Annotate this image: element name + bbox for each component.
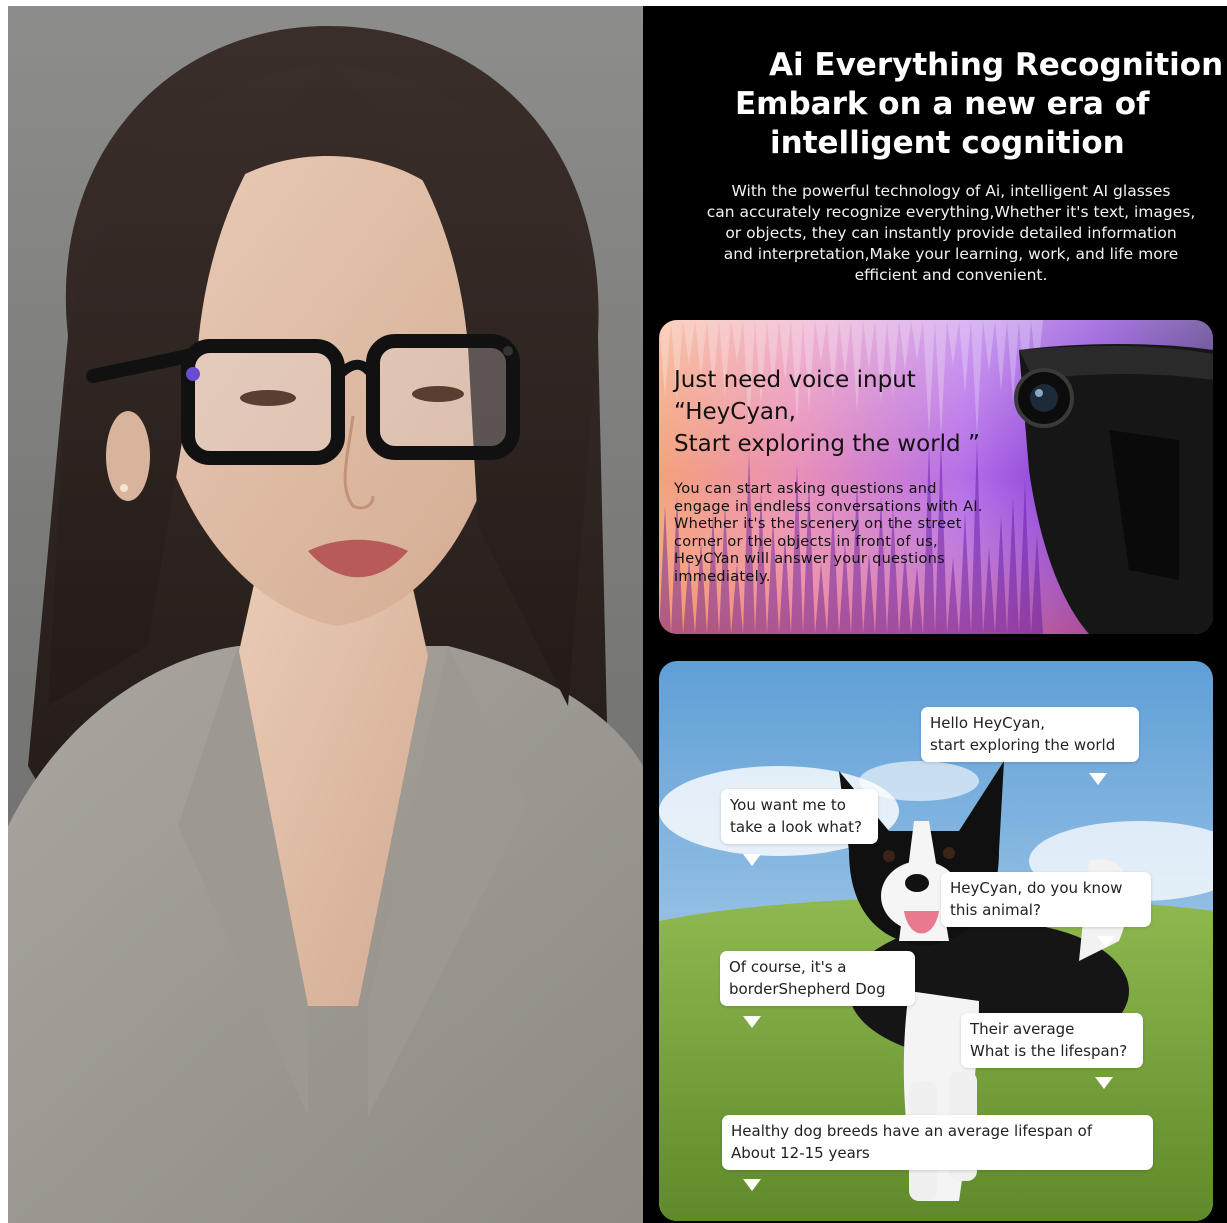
chat-bubble-line: Of course, it's a (729, 958, 847, 976)
voice-card-body: You can start asking questions and engag… (674, 481, 1024, 586)
bubble-tail (743, 1016, 761, 1028)
chat-bubble-line: Hello HeyCyan, (930, 714, 1045, 732)
bubble-tail (1095, 1077, 1113, 1089)
voice-body-line-3: Whether it's the scenery on the street (674, 516, 962, 532)
voice-title-line-2: “HeyCyan, (674, 399, 796, 425)
chat-bubble-line: About 12-15 years (731, 1143, 870, 1162)
bubble-tail (743, 854, 761, 866)
chat-bubble-ai-answer: Of course, it's a borderShepherd Dog (720, 951, 915, 1006)
voice-title-line-3: Start exploring the world ” (674, 431, 980, 457)
headline-line-2: Embark on a new era of (735, 86, 1150, 122)
chat-bubble-ai-reply: You want me to take a look what? (721, 789, 878, 844)
chat-bubble-line: start exploring the world (930, 735, 1116, 754)
voice-body-line-4: corner or the objects in front of us, (674, 533, 938, 550)
chat-bubble-line: Their average (970, 1020, 1075, 1038)
chat-bubble-line: Healthy dog breeds have an average lifes… (731, 1122, 1093, 1140)
chat-bubble-line: HeyCyan, do you know (950, 879, 1123, 897)
description-line-3: or objects, they can instantly provide d… (725, 224, 1177, 242)
description-line-2: can accurately recognize everything,Whet… (706, 203, 1196, 221)
chat-bubble-line: this animal? (950, 900, 1041, 919)
voice-body-line-2: engage in endless conversations with AI. (674, 498, 983, 515)
bubble-tail (743, 1179, 761, 1191)
chat-bubble-ai-lifespan: Healthy dog breeds have an average lifes… (722, 1115, 1153, 1170)
description-line-1: With the powerful technology of Ai, inte… (731, 182, 1171, 200)
headline-line-3: intelligent cognition (770, 125, 1125, 161)
voice-title-line-1: Just need voice input (674, 367, 916, 393)
headline-line-1: Ai Everything Recognition (769, 47, 1224, 83)
voice-card-title: Just need voice input “HeyCyan, Start ex… (674, 364, 980, 460)
description-line-4: and interpretation,Make your learning, w… (723, 245, 1179, 263)
woman-photo (8, 6, 643, 1223)
description: With the powerful technology of Ai, inte… (671, 181, 1227, 286)
chat-bubble-user-question: HeyCyan, do you know this animal? (941, 872, 1151, 927)
description-line-5: efficient and convenient. (854, 266, 1048, 284)
chat-bubble-line: What is the lifespan? (970, 1041, 1128, 1060)
chat-bubble-user-greeting: Hello HeyCyan, start exploring the world (921, 707, 1139, 762)
bubble-tail (1089, 773, 1107, 785)
info-panel: Ai Everything Recognition Embark on a ne… (643, 6, 1227, 1223)
voice-body-line-1: You can start asking questions and (674, 481, 937, 497)
voice-input-card: Just need voice input “HeyCyan, Start ex… (659, 320, 1213, 634)
bubble-tail (1097, 936, 1115, 948)
chat-bubble-line: You want me to (730, 796, 846, 814)
voice-body-line-6: immediately. (674, 568, 771, 585)
chat-bubble-line: borderShepherd Dog (729, 979, 886, 998)
voice-body-line-5: HeyCYan will answer your questions (674, 551, 945, 567)
dog-recognition-card: Hello HeyCyan, start exploring the world… (659, 661, 1213, 1221)
chat-bubble-user-lifespan: Their average What is the lifespan? (961, 1013, 1143, 1068)
chat-bubble-line: take a look what? (730, 817, 862, 836)
